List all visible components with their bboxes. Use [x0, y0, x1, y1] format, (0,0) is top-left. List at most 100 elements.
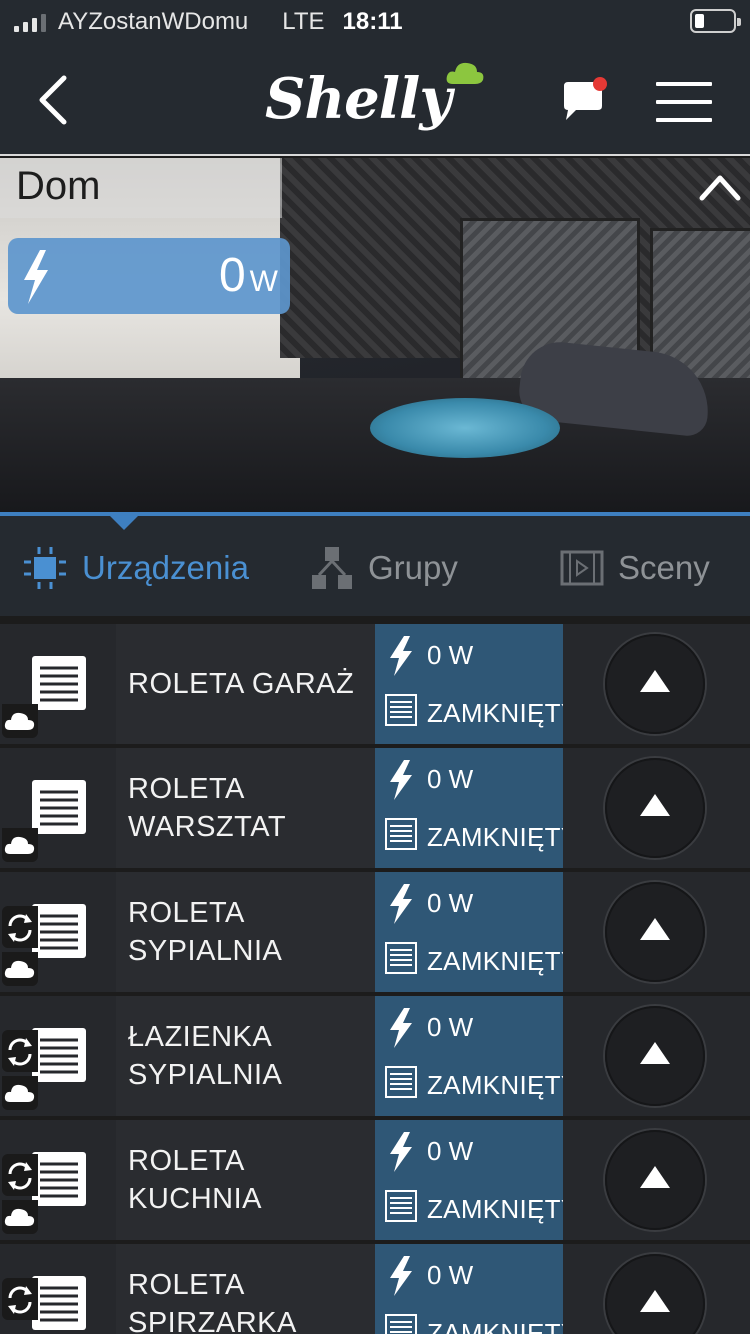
notifications-icon[interactable]: [560, 76, 610, 126]
tab-scenes-label: Sceny: [618, 549, 710, 586]
sync-icon: [8, 1286, 32, 1314]
device-row[interactable]: ŁAZIENKA SYPIALNIA 0 W ZAMKNIĘTY: [0, 996, 750, 1116]
blind-state-icon: [385, 694, 417, 726]
battery-icon: [690, 9, 741, 33]
open-button[interactable]: [563, 1120, 750, 1240]
cloud-icon: [4, 1208, 35, 1226]
open-button[interactable]: [563, 1244, 750, 1334]
device-state: ZAMKNIĘTY: [427, 1318, 579, 1334]
roller-blind-icon: [32, 904, 86, 958]
cloud-icon: [4, 836, 35, 854]
device-power: 0 W: [427, 888, 474, 918]
arrow-up-icon: [640, 1290, 670, 1312]
open-button-circle[interactable]: [605, 1254, 705, 1334]
power-bolt-icon: [390, 1132, 412, 1172]
room-name: Dom: [16, 164, 101, 208]
device-list: ROLETA GARAŻ 0 W ZAMKNIĘTY ROLETA WARSZT…: [0, 624, 750, 1334]
film-icon: [560, 550, 604, 586]
sync-icon: [8, 914, 32, 942]
device-name: ŁAZIENKA SYPIALNIA: [128, 1021, 283, 1091]
logo-text: Shelly: [265, 66, 452, 132]
device-name: ROLETA SPIRZARKA: [128, 1269, 297, 1334]
cloud-badge: [2, 1076, 38, 1110]
device-name: ROLETA KUCHNIA: [128, 1145, 263, 1215]
active-tab-pointer: [110, 516, 138, 530]
room-power-value: 0W: [218, 249, 278, 302]
tab-groups[interactable]: Grupy: [310, 544, 458, 592]
back-arrow-icon[interactable]: [30, 72, 80, 128]
device-power: 0 W: [427, 1136, 474, 1166]
room-hero-image: Dom 0W: [0, 158, 750, 512]
device-icon-cell: [0, 1120, 116, 1240]
sync-badge: [2, 906, 38, 948]
blind-state-icon: [385, 942, 417, 974]
open-button-circle[interactable]: [605, 634, 705, 734]
power-bolt-icon: [390, 636, 412, 676]
sync-badge: [2, 1278, 38, 1320]
device-state: ZAMKNIĘTY: [427, 1070, 579, 1100]
power-bolt-icon: [390, 884, 412, 924]
open-button-circle[interactable]: [605, 1006, 705, 1106]
tab-bar: Urządzenia Grupy Sceny: [0, 512, 750, 616]
open-button[interactable]: [563, 748, 750, 868]
network-type: LTE: [282, 8, 325, 35]
open-button-circle[interactable]: [605, 758, 705, 858]
device-icon-cell: [0, 748, 116, 868]
device-icon-cell: [0, 1244, 116, 1334]
device-state: ZAMKNIĘTY: [427, 1194, 579, 1224]
device-row[interactable]: ROLETA GARAŻ 0 W ZAMKNIĘTY: [0, 624, 750, 744]
arrow-up-icon: [640, 918, 670, 940]
tab-devices[interactable]: Urządzenia: [22, 544, 249, 592]
cloud-badge: [2, 1200, 38, 1234]
blind-state-icon: [385, 1190, 417, 1222]
device-power: 0 W: [427, 764, 474, 794]
top-nav-bar: Shelly: [0, 44, 750, 156]
hamburger-menu-icon[interactable]: [656, 82, 712, 122]
roller-blind-icon: [32, 1028, 86, 1082]
tab-scenes[interactable]: Sceny: [560, 544, 710, 592]
clock: 18:11: [342, 8, 403, 35]
cloud-icon: [4, 712, 35, 730]
device-icon-cell: [0, 872, 116, 992]
arrow-up-icon: [640, 670, 670, 692]
collapse-chevron-icon[interactable]: [698, 170, 742, 204]
device-name: ROLETA SYPIALNIA: [128, 897, 283, 967]
open-button-circle[interactable]: [605, 882, 705, 982]
tab-groups-label: Grupy: [368, 549, 458, 586]
blind-state-icon: [385, 1314, 417, 1334]
device-row[interactable]: ROLETA SPIRZARKA 0 W ZAMKNIĘTY: [0, 1244, 750, 1334]
device-name: ROLETA GARAŻ: [128, 668, 355, 700]
device-status-panel: 0 W ZAMKNIĘTY: [375, 748, 578, 868]
device-status-panel: 0 W ZAMKNIĘTY: [375, 872, 578, 992]
cloud-logo-icon: [446, 62, 484, 84]
device-power: 0 W: [427, 1012, 474, 1042]
device-name: ROLETA WARSZTAT: [128, 773, 287, 843]
open-button[interactable]: [563, 624, 750, 744]
power-bolt-icon: [24, 250, 48, 304]
device-row[interactable]: ROLETA WARSZTAT 0 W ZAMKNIĘTY: [0, 748, 750, 868]
device-power: 0 W: [427, 1260, 474, 1290]
device-row[interactable]: ROLETA SYPIALNIA 0 W ZAMKNIĘTY: [0, 872, 750, 992]
sync-badge: [2, 1030, 38, 1072]
power-bolt-icon: [390, 1008, 412, 1048]
roller-blind-icon: [32, 1152, 86, 1206]
tab-devices-label: Urządzenia: [82, 549, 249, 586]
power-bolt-icon: [390, 760, 412, 800]
device-icon-cell: [0, 996, 116, 1116]
device-row[interactable]: ROLETA KUCHNIA 0 W ZAMKNIĘTY: [0, 1120, 750, 1240]
open-button[interactable]: [563, 872, 750, 992]
sync-icon: [8, 1038, 32, 1066]
roller-blind-icon: [32, 656, 86, 710]
chip-icon: [24, 547, 66, 589]
device-icon-cell: [0, 624, 116, 744]
device-power: 0 W: [427, 640, 474, 670]
status-bar: AYZostanWDomu LTE 18:11: [0, 0, 750, 44]
cloud-badge: [2, 952, 38, 986]
arrow-up-icon: [640, 1042, 670, 1064]
open-button-circle[interactable]: [605, 1130, 705, 1230]
cloud-badge: [2, 704, 38, 738]
open-button[interactable]: [563, 996, 750, 1116]
shelly-logo: Shelly: [265, 58, 495, 148]
cloud-badge: [2, 828, 38, 862]
signal-icon: [14, 12, 46, 32]
